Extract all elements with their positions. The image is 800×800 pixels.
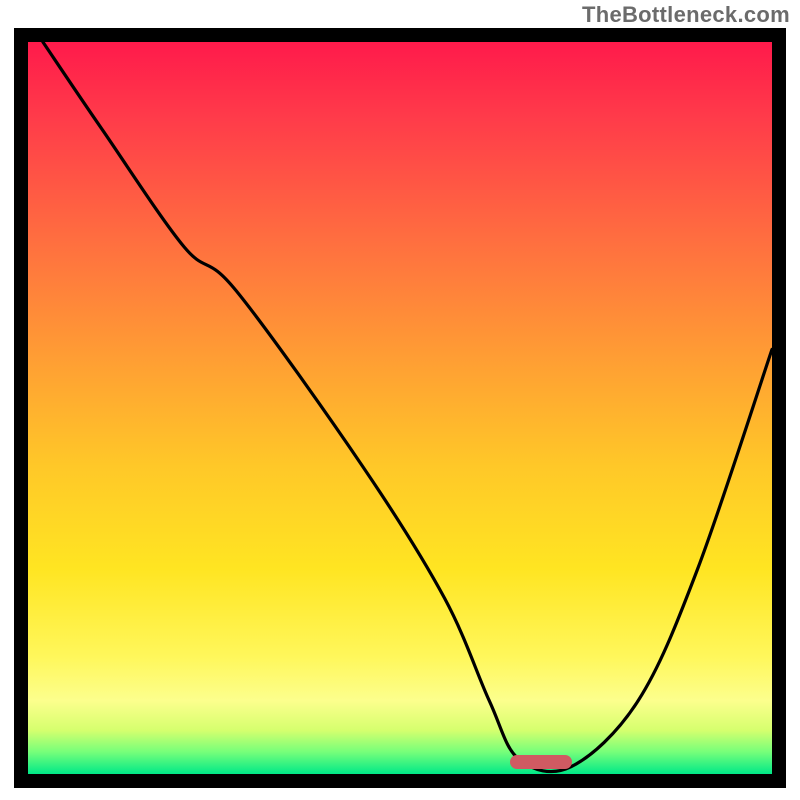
chart-stage: TheBottleneck.com (0, 0, 800, 800)
plot-area (28, 42, 772, 774)
chart-frame (14, 28, 786, 788)
optimal-marker (510, 755, 572, 769)
watermark-text: TheBottleneck.com (582, 2, 790, 28)
bottleneck-curve (28, 42, 772, 774)
